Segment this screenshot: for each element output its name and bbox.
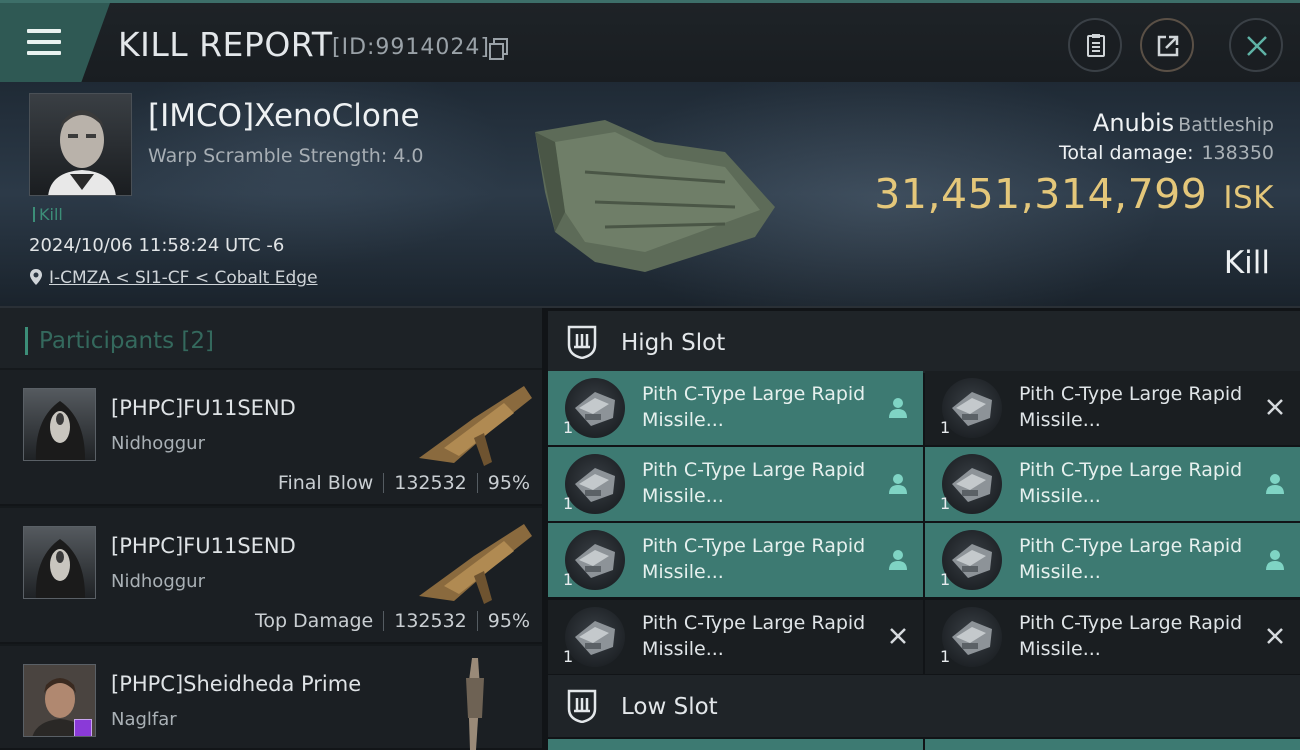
module-slot[interactable]: 1 Pith C-Type Large Rapid Missile... <box>548 600 923 674</box>
high-slot-header: High Slot <box>548 311 1300 373</box>
module-slot[interactable]: 1 Pith C-Type Large Rapid Missile... <box>548 447 923 521</box>
kill-location-link[interactable]: I-CMZA < SI1-CF < Cobalt Edge <box>29 268 318 288</box>
module-icon <box>565 530 625 590</box>
participant-row[interactable]: [PHPC]FU11SEND Nidhoggur Top Damage 13253… <box>0 508 542 644</box>
participants-panel: Participants [2] [PHPC]FU11SEND Nidhoggu… <box>0 308 542 750</box>
page-title: KILL REPORT <box>118 25 333 64</box>
menu-button[interactable] <box>0 3 110 82</box>
kill-tag: Kill <box>33 205 63 224</box>
fitting-panel: High Slot 1 Pith C-Type Large Rapid Miss… <box>542 308 1300 750</box>
module-icon <box>565 607 625 667</box>
participant-ship-image <box>419 386 532 466</box>
module-slot[interactable]: 1 Pith C-Type Large Rapid Missile... <box>925 371 1300 445</box>
victim-name[interactable]: [IMCO]XenoClone <box>148 98 420 134</box>
module-name: Pith C-Type Large Rapid Missile... <box>642 383 866 431</box>
report-list-button[interactable] <box>1068 18 1122 72</box>
destroyed-item-icon <box>1267 399 1283 415</box>
location-pin-icon <box>30 269 42 285</box>
dropped-item-icon <box>889 474 907 494</box>
participant-avatar <box>23 664 96 737</box>
participant-name: [PHPC]FU11SEND <box>111 534 296 558</box>
module-name: Pith C-Type Large Rapid Missile... <box>642 535 866 583</box>
participant-ship: Nidhoggur <box>111 433 205 454</box>
module-icon <box>942 378 1002 438</box>
module-name: Pith C-Type Large Rapid Missile... <box>1019 612 1243 660</box>
module-name: Pith C-Type Large Rapid Missile... <box>642 459 866 507</box>
low-slot-icon <box>567 689 597 723</box>
victim-avatar[interactable] <box>29 93 132 196</box>
module-name: Pith C-Type Large Rapid Missile... <box>642 612 866 660</box>
participant-ship-image <box>466 658 484 750</box>
participant-name: [PHPC]Sheidheda Prime <box>111 672 362 696</box>
isk-value: 31,451,314,799 ISK <box>874 170 1274 218</box>
low-slot-header: Low Slot <box>548 675 1300 737</box>
module-slot[interactable] <box>925 739 1300 750</box>
module-icon <box>565 378 625 438</box>
module-slot[interactable]: 1 Pith C-Type Large Rapid Missile... <box>925 523 1300 597</box>
participants-header: Participants [2] <box>0 308 542 368</box>
participant-avatar <box>23 526 96 599</box>
ship-render-image <box>535 120 775 272</box>
clipboard-icon <box>1087 34 1105 57</box>
module-slot[interactable]: 1 Pith C-Type Large Rapid Missile... <box>548 523 923 597</box>
module-icon <box>942 607 1002 667</box>
participant-ship-image <box>419 524 532 604</box>
participants-title: Participants [2] <box>39 328 214 354</box>
participant-stats: Final Blow 132532 95% <box>277 472 530 494</box>
top-bar: KILL REPORT [ID:9914024] <box>0 0 1300 82</box>
victim-ship: Anubis Battleship <box>1092 109 1274 137</box>
share-icon <box>1157 35 1179 57</box>
participant-ship: Nidhoggur <box>111 571 205 592</box>
share-button[interactable] <box>1140 18 1194 72</box>
dropped-item-icon <box>1266 474 1284 494</box>
module-slot[interactable]: 1 Pith C-Type Large Rapid Missile... <box>925 600 1300 674</box>
module-slot[interactable] <box>548 739 923 750</box>
module-icon <box>942 454 1002 514</box>
participant-ship: Naglfar <box>111 709 177 730</box>
report-id: [ID:9914024] <box>332 35 490 60</box>
victim-banner: [IMCO]XenoClone Warp Scramble Strength: … <box>0 82 1300 308</box>
module-slot[interactable]: 1 Pith C-Type Large Rapid Missile... <box>548 371 923 445</box>
high-slot-label: High Slot <box>621 330 726 356</box>
close-button[interactable] <box>1229 18 1283 72</box>
result-label: Kill <box>1223 245 1270 281</box>
module-icon <box>565 454 625 514</box>
warp-scramble-strength: Warp Scramble Strength: 4.0 <box>148 145 424 167</box>
copy-icon[interactable] <box>489 38 509 60</box>
low-slot-label: Low Slot <box>621 694 718 720</box>
module-icon <box>942 530 1002 590</box>
high-slot-icon <box>567 325 597 359</box>
participant-row[interactable]: [PHPC]FU11SEND Nidhoggur Final Blow 13253… <box>0 370 542 506</box>
role-badge-icon <box>74 719 92 736</box>
module-slot[interactable]: 1 Pith C-Type Large Rapid Missile... <box>925 447 1300 521</box>
close-icon <box>1247 36 1267 56</box>
total-damage: Total damage: 138350 <box>1059 142 1274 164</box>
destroyed-item-icon <box>1267 628 1283 644</box>
module-name: Pith C-Type Large Rapid Missile... <box>1019 383 1243 431</box>
participant-name: [PHPC]FU11SEND <box>111 396 296 420</box>
participant-stats: Top Damage 132532 95% <box>254 610 530 632</box>
module-name: Pith C-Type Large Rapid Missile... <box>1019 459 1243 507</box>
destroyed-item-icon <box>890 628 906 644</box>
participant-row[interactable]: [PHPC]Sheidheda Prime Naglfar <box>0 646 542 750</box>
participant-avatar <box>23 388 96 461</box>
kill-datetime: 2024/10/06 11:58:24 UTC -6 <box>29 235 285 256</box>
module-name: Pith C-Type Large Rapid Missile... <box>1019 535 1243 583</box>
dropped-item-icon <box>889 398 907 418</box>
dropped-item-icon <box>889 550 907 570</box>
dropped-item-icon <box>1266 550 1284 570</box>
